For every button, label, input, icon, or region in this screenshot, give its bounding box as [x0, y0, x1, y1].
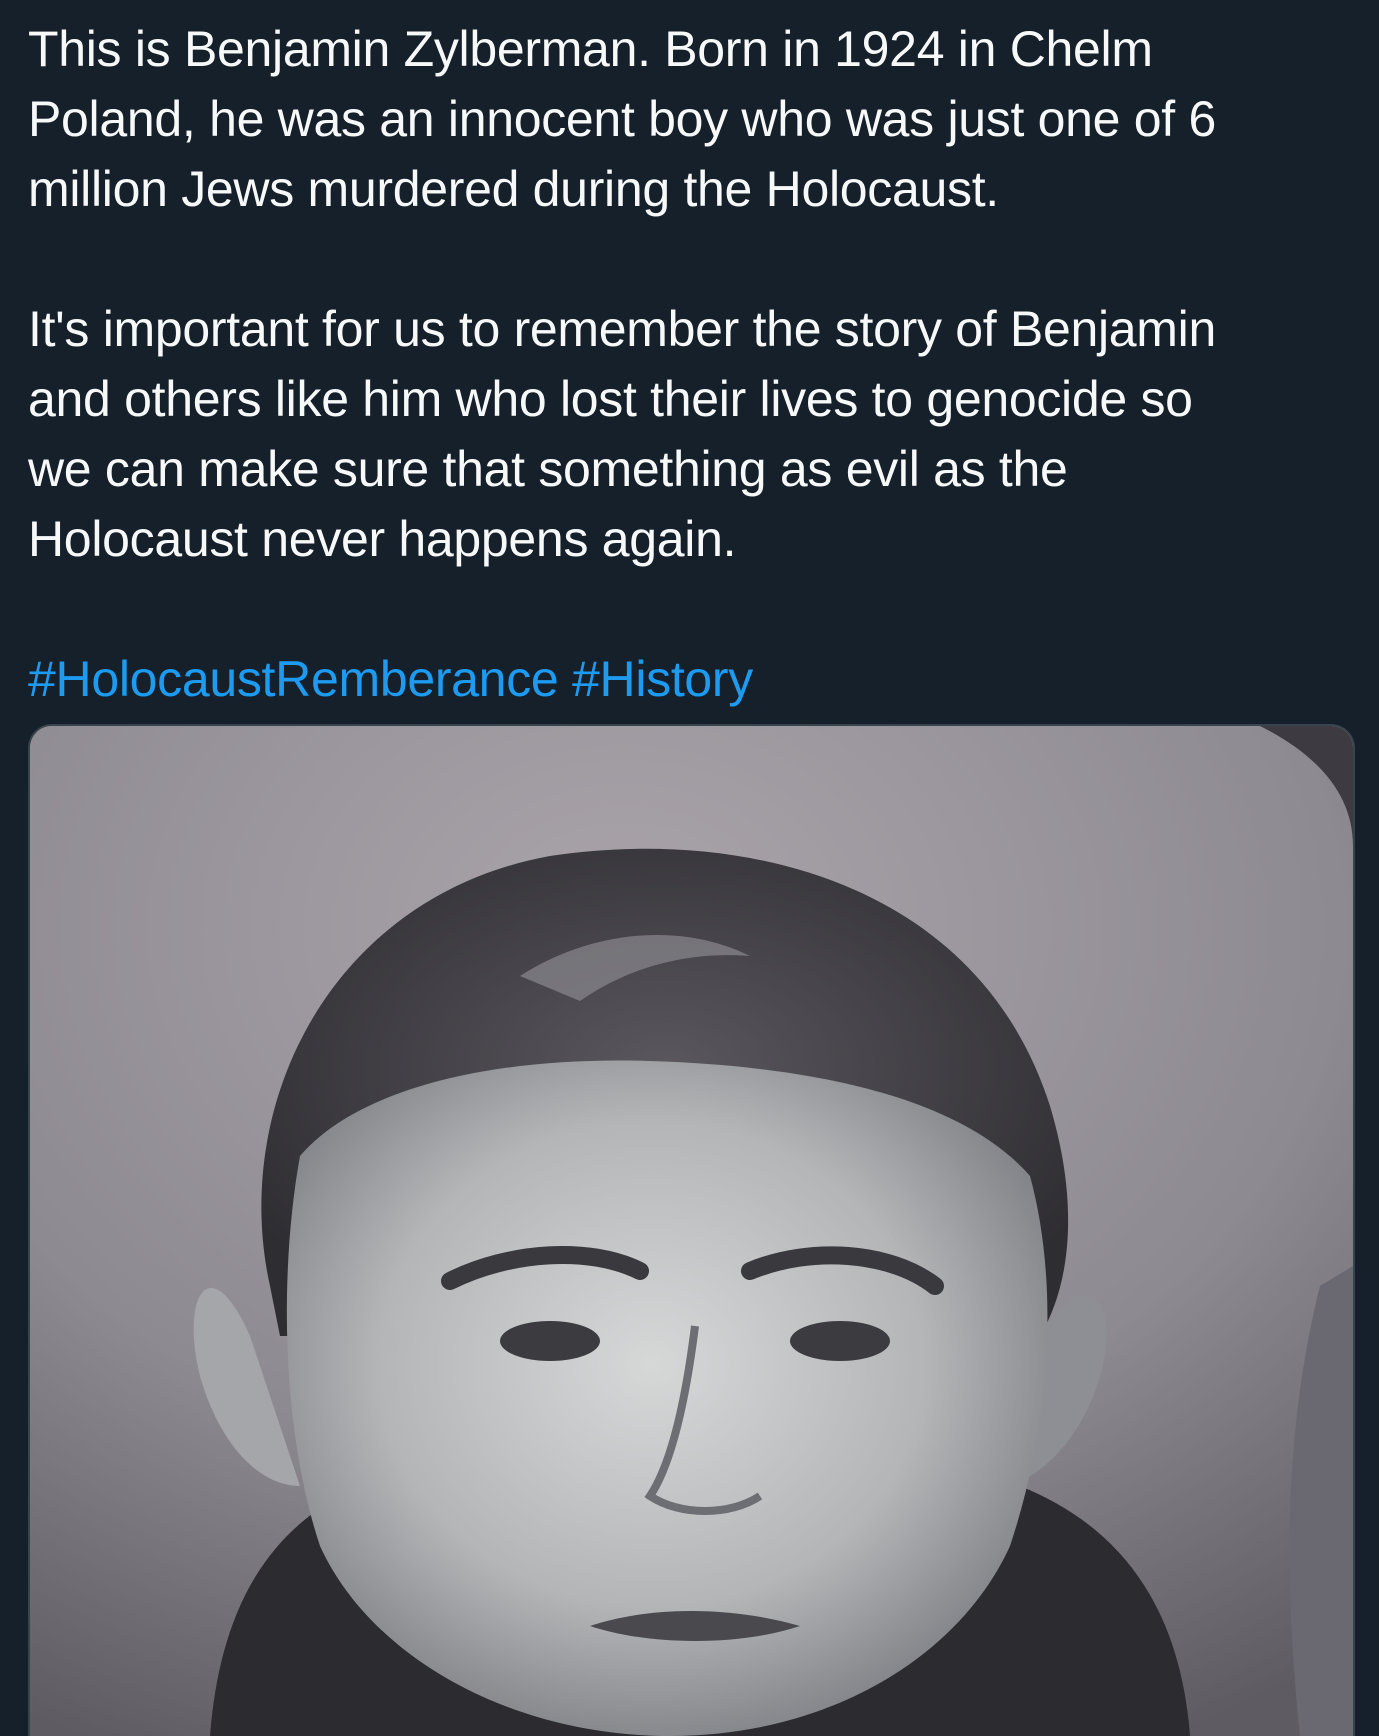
tweet-text: This is Benjamin Zylberman. Born in 1924…: [28, 14, 1348, 714]
tweet-line: Poland, he was an innocent boy who was j…: [28, 91, 1216, 147]
portrait-photo: [30, 726, 1353, 1736]
hashtag-row: #HolocaustRemberance #History: [28, 644, 1348, 714]
hashtag-link-holocaust-remberance[interactable]: #HolocaustRemberance: [28, 651, 559, 707]
tweet-line: It's important for us to remember the st…: [28, 301, 1216, 357]
tweet-body: This is Benjamin Zylberman. Born in 1924…: [28, 14, 1348, 714]
tweet-line: million Jews murdered during the Holocau…: [28, 161, 999, 217]
tweet-paragraph-1: This is Benjamin Zylberman. Born in 1924…: [28, 14, 1348, 224]
tweet-photo[interactable]: [28, 724, 1355, 1736]
tweet-line: we can make sure that something as evil …: [28, 441, 1068, 497]
hashtag-link-history[interactable]: #History: [572, 651, 753, 707]
tweet-paragraph-2: It's important for us to remember the st…: [28, 294, 1348, 574]
tweet-line: This is Benjamin Zylberman. Born in 1924…: [28, 21, 1153, 77]
tweet-line: and others like him who lost their lives…: [28, 371, 1193, 427]
tweet-line: Holocaust never happens again.: [28, 511, 737, 567]
